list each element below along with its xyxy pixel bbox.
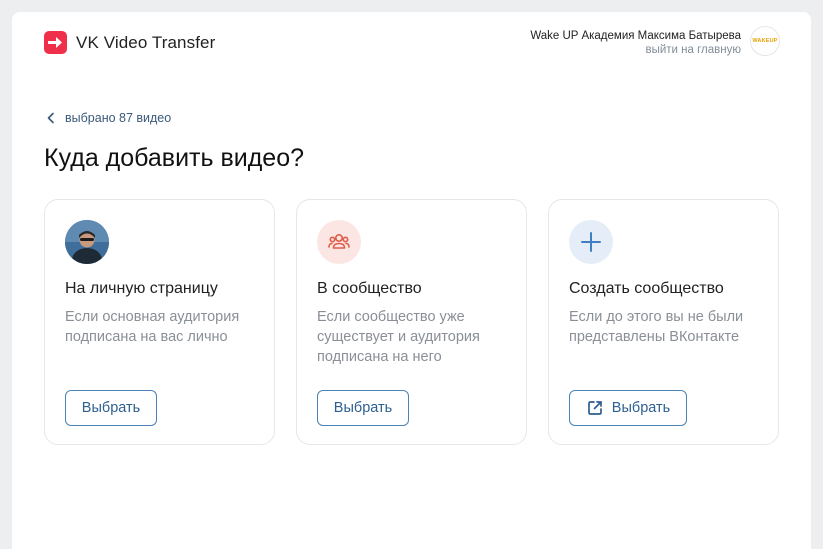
option-card-community: В сообщество Если сообщество уже существ…: [296, 199, 527, 445]
app-logo-icon: [44, 31, 67, 54]
back-link[interactable]: выбрано 87 видео: [44, 109, 171, 127]
users-icon: [317, 220, 361, 264]
user-block: Wake UP Академия Максима Батырева выйти …: [530, 29, 741, 57]
plus-icon: [569, 220, 613, 264]
avatar-logo-text: WAKEUP: [752, 38, 778, 44]
select-personal-page-button[interactable]: Выбрать: [65, 390, 157, 426]
option-card-create-community: Создать сообщество Если до этого вы не б…: [548, 199, 779, 445]
card-description: Если до этого вы не были представлены ВК…: [569, 309, 744, 345]
button-label: Выбрать: [81, 400, 141, 416]
select-community-button[interactable]: Выбрать: [317, 390, 409, 426]
chevron-left-icon: [47, 112, 54, 124]
button-label: Выбрать: [611, 400, 671, 416]
card-description: Если основная аудитория подписана на вас…: [65, 309, 240, 345]
option-card-personal-page: На личную страницу Если основная аудитор…: [44, 199, 275, 445]
user-name: Wake UP Академия Максима Батырева: [530, 30, 741, 42]
page-title: Куда добавить видео?: [44, 144, 305, 172]
card-title: В сообщество: [317, 280, 422, 297]
create-community-button[interactable]: Выбрать: [569, 390, 687, 426]
main-panel: VK Video Transfer Wake UP Академия Макси…: [12, 12, 811, 549]
profile-photo-icon: [65, 220, 109, 264]
card-title: На личную страницу: [65, 280, 218, 297]
home-link[interactable]: выйти на главную: [530, 43, 741, 57]
card-description: Если сообщество уже существует и аудитор…: [317, 309, 480, 365]
button-label: Выбрать: [333, 400, 393, 416]
app-title: VK Video Transfer: [76, 33, 216, 52]
external-link-icon: [587, 401, 602, 415]
card-title: Создать сообщество: [569, 280, 724, 297]
back-link-label: выбрано 87 видео: [65, 111, 172, 125]
avatar[interactable]: WAKEUP: [750, 26, 780, 56]
